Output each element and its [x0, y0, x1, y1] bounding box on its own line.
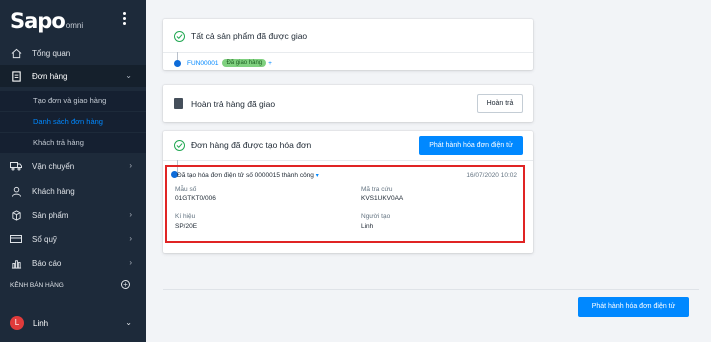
creator-value: Linh	[361, 223, 374, 230]
template-value: 01GTKT0/006	[175, 195, 216, 202]
logo-sub: omni	[65, 21, 84, 30]
expand-plus-icon[interactable]: +	[268, 60, 272, 67]
sidebar-item-overview[interactable]: Tổng quan	[0, 42, 146, 64]
sidebar-item-products[interactable]: Sản phẩm ›	[0, 204, 146, 226]
sales-channels-label: KÊNH BÁN HÀNG	[10, 282, 64, 289]
user-menu[interactable]: L Linh ⌄	[0, 312, 146, 334]
creator-label: Người tạo	[361, 213, 391, 220]
sidebar-item-customers[interactable]: Khách hàng	[0, 180, 146, 202]
sidebar-item-label: Sản phẩm	[32, 210, 69, 220]
chevron-down-icon: ⌄	[125, 71, 132, 80]
customer-icon	[10, 185, 22, 197]
delivered-header: Tất cả sản phẩm đã được giao	[163, 19, 533, 53]
invoice-card: Đơn hàng đã được tạo hóa đơn Phát hành h…	[163, 131, 533, 253]
timeline-dot	[174, 60, 181, 67]
delivered-title: Tất cả sản phẩm đã được giao	[191, 31, 308, 41]
caret-down-icon: ▾	[315, 173, 319, 179]
footer-issue-einvoice-button[interactable]: Phát hành hóa đơn điện tử	[578, 297, 689, 317]
invoice-date: 16/07/2020 10:02	[466, 172, 517, 179]
chevron-right-icon: ›	[129, 161, 132, 170]
sidebar-item-label: Khách hàng	[32, 186, 75, 196]
sidebar-item-cashbook[interactable]: Sổ quỹ ›	[0, 228, 146, 250]
chevron-right-icon: ›	[129, 258, 132, 267]
sapo-logo[interactable]: Sapo omni	[10, 9, 84, 33]
report-icon	[10, 257, 22, 269]
more-menu-icon[interactable]	[122, 12, 128, 28]
footer-divider	[163, 289, 699, 290]
return-card: Hoàn trả hàng đã giao Hoàn trả	[163, 85, 533, 122]
orders-icon	[10, 70, 22, 82]
invoice-success-message[interactable]: Đã tạo hóa đơn điện tử số 0000015 thành …	[177, 172, 319, 179]
home-icon	[10, 47, 22, 59]
sidebar-item-reports[interactable]: Báo cáo ›	[0, 252, 146, 274]
divider	[163, 52, 533, 53]
order-code-link[interactable]: FUN00001	[187, 60, 218, 67]
add-channel-icon[interactable]: +	[121, 280, 130, 289]
check-circle-icon	[174, 30, 185, 42]
invoice-message-text: Đã tạo hóa đơn điện tử số 0000015 thành …	[177, 172, 314, 179]
return-button[interactable]: Hoàn trả	[477, 94, 523, 113]
sidebar-item-shipping[interactable]: Vận chuyển ›	[0, 155, 146, 177]
order-row: FUN00001 Đã giao hàng +	[187, 59, 272, 67]
sidebar-item-label: Vận chuyển	[32, 161, 75, 171]
logo-brand: Sapo	[10, 9, 66, 33]
sidebar-item-label: Tổng quan	[32, 48, 71, 58]
avatar: L	[10, 316, 24, 330]
sidebar-item-label: Đơn hàng	[32, 71, 68, 81]
check-circle-icon	[174, 139, 185, 151]
product-icon	[10, 209, 22, 221]
issue-einvoice-button[interactable]: Phát hành hóa đơn điện tử	[419, 136, 523, 155]
invoice-detail-highlight: Đã tạo hóa đơn điện tử số 0000015 thành …	[165, 165, 525, 243]
sidebar-item-orders[interactable]: Đơn hàng ⌄	[0, 65, 146, 87]
truck-icon	[10, 160, 22, 172]
symbol-value: SP/20E	[175, 223, 198, 230]
symbol-label: Kí hiệu	[175, 213, 196, 220]
chevron-right-icon: ›	[129, 210, 132, 219]
return-box-icon	[174, 98, 183, 109]
chevron-right-icon: ›	[129, 234, 132, 243]
invoice-title: Đơn hàng đã được tạo hóa đơn	[191, 140, 312, 150]
return-title: Hoàn trả hàng đã giao	[191, 98, 276, 109]
sidebar-subitem-order-list[interactable]: Danh sách đơn hàng	[0, 112, 146, 132]
lookup-code-label: Mã tra cứu	[361, 186, 393, 193]
sidebar-subitem-returns[interactable]: Khách trả hàng	[0, 133, 146, 153]
user-name: Linh	[33, 318, 49, 328]
lookup-code-value: KVS1UKV0AA	[361, 195, 404, 202]
sidebar-subitem-create-order[interactable]: Tạo đơn và giao hàng	[0, 91, 146, 111]
timeline-line	[177, 52, 178, 60]
sidebar: Sapo omni Tổng quan Đơn hàng ⌄ Tạo đơn v…	[0, 0, 146, 342]
cashbook-icon	[10, 233, 22, 245]
status-badge: Đã giao hàng	[222, 59, 267, 67]
delivered-card: Tất cả sản phẩm đã được giao FUN00001 Đã…	[163, 19, 533, 70]
sidebar-item-label: Sổ quỹ	[32, 234, 57, 244]
divider	[163, 160, 533, 161]
sidebar-item-label: Báo cáo	[32, 258, 62, 268]
chevron-down-icon: ⌄	[125, 318, 132, 327]
template-label: Mẫu số	[175, 186, 197, 193]
main-content: Tất cả sản phẩm đã được giao FUN00001 Đã…	[146, 0, 711, 342]
